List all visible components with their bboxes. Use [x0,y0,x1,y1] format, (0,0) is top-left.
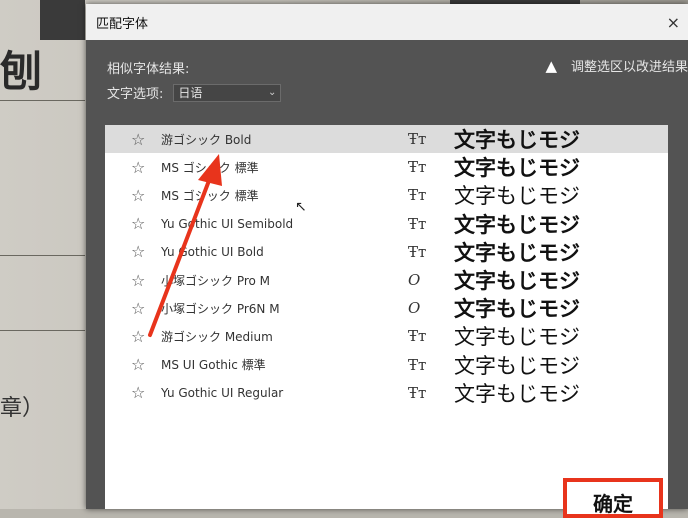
truetype-icon: Ŧᴛ [408,242,427,261]
font-name: MS ゴシック 標準 [161,188,259,203]
font-sample: 文字もじモジ [454,128,580,153]
truetype-icon: Ŧᴛ [408,130,427,149]
selection-hint-text: 调整选区以改进结果 [570,60,688,75]
opentype-icon: O [408,299,421,318]
font-row[interactable]: ☆ 小塚ゴシック Pr6N M O 文字もじモジ [105,294,668,322]
background-rule [0,330,85,331]
font-row[interactable]: ☆ 游ゴシック Medium Ŧᴛ 文字もじモジ [105,322,668,350]
selection-hint: ▲ 调整选区以改进结果 [545,56,688,76]
font-row[interactable]: ☆ Yu Gothic UI Semibold Ŧᴛ 文字もじモジ [105,210,668,238]
background-rule [0,255,85,256]
background-rule [0,100,85,101]
font-row[interactable]: ☆ 游ゴシック Bold Ŧᴛ 文字もじモジ [105,125,668,154]
truetype-icon: Ŧᴛ [408,327,427,346]
font-row[interactable]: ☆ MS UI Gothic 標準 Ŧᴛ 文字もじモジ [105,351,668,379]
font-name: MS UI Gothic 標準 [161,358,266,373]
font-row[interactable]: ☆ Yu Gothic UI Regular Ŧᴛ 文字もじモジ [105,379,668,407]
truetype-icon: Ŧᴛ [408,355,427,374]
font-sample: 文字もじモジ [454,240,580,265]
favorite-star-icon[interactable]: ☆ [131,299,145,318]
font-sample: 文字もじモジ [454,353,580,378]
text-options-label: 文字选项: [107,87,164,102]
font-results-list[interactable]: ☆ 游ゴシック Bold Ŧᴛ 文字もじモジ ☆ MS ゴシック 標準 Ŧᴛ 文字もじモジ ☆ M… [105,125,668,509]
background-character: 刨 [0,47,43,96]
font-sample: 文字もじモジ [454,156,580,181]
favorite-star-icon[interactable]: ☆ [131,130,145,149]
favorite-star-icon[interactable]: ☆ [131,158,145,177]
similar-results-label: 相似字体结果: [107,62,190,77]
font-sample: 文字もじモジ [454,184,580,209]
background-dark-patch [40,0,85,40]
truetype-icon: Ŧᴛ [408,383,427,402]
background-character: 章） [0,396,45,421]
font-name: 小塚ゴシック Pro M [161,273,271,288]
favorite-star-icon[interactable]: ☆ [131,327,145,346]
font-name: Yu Gothic UI Semibold [161,216,294,231]
language-select-value: 日语 [178,86,203,100]
opentype-icon: O [408,271,421,290]
mouse-cursor-icon: ↖ [295,199,307,215]
ok-button[interactable]: 确定 [563,478,663,518]
font-name: 游ゴシック Medium [161,329,273,344]
dialog-titlebar[interactable]: 匹配字体 × [86,4,688,40]
font-sample: 文字もじモジ [454,325,580,350]
truetype-icon: Ŧᴛ [408,214,427,233]
favorite-star-icon[interactable]: ☆ [131,383,145,402]
font-row[interactable]: ☆ MS ゴシック 標準 Ŧᴛ 文字もじモジ [105,181,668,209]
chevron-down-icon: ⌄ [268,87,277,98]
font-name: Yu Gothic UI Regular [161,385,284,400]
font-name: 小塚ゴシック Pr6N M [161,301,280,316]
language-select[interactable]: 日语 ⌄ [173,83,282,102]
font-sample: 文字もじモジ [454,212,580,237]
close-icon[interactable]: × [667,13,680,32]
font-sample: 文字もじモジ [454,381,580,406]
favorite-star-icon[interactable]: ☆ [131,271,145,290]
warning-icon: ▲ [545,56,557,75]
dialog-title: 匹配字体 [96,16,149,32]
font-row[interactable]: ☆ MS ゴシック 標準 Ŧᴛ 文字もじモジ [105,153,668,181]
font-sample: 文字もじモジ [454,297,580,322]
font-name: 游ゴシック Bold [161,132,252,147]
font-row[interactable]: ☆ Yu Gothic UI Bold Ŧᴛ 文字もじモジ [105,238,668,266]
font-row[interactable]: ☆ 小塚ゴシック Pro M O 文字もじモジ [105,266,668,294]
truetype-icon: Ŧᴛ [408,186,427,205]
favorite-star-icon[interactable]: ☆ [131,355,145,374]
favorite-star-icon[interactable]: ☆ [131,242,145,261]
favorite-star-icon[interactable]: ☆ [131,186,145,205]
font-name: Yu Gothic UI Bold [161,244,264,259]
text-options-row: 文字选项: 日语 ⌄ [107,83,282,102]
font-sample: 文字もじモジ [454,269,580,294]
favorite-star-icon[interactable]: ☆ [131,214,145,233]
match-font-dialog: 匹配字体 × 相似字体结果: 文字选项: 日语 ⌄ ▲ 调整选区以改进结果 ☆ 游… [86,4,688,509]
font-name: MS ゴシック 標準 [161,160,259,175]
truetype-icon: Ŧᴛ [408,158,427,177]
